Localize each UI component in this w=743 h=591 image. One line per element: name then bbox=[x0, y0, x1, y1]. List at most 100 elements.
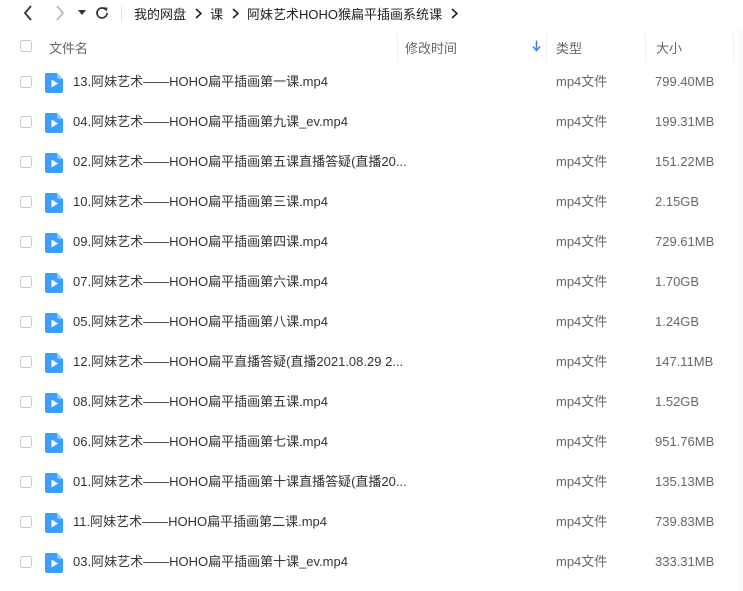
breadcrumb-item-root[interactable]: 我的网盘 bbox=[134, 4, 186, 23]
row-checkbox[interactable] bbox=[20, 396, 32, 408]
file-row[interactable]: 02.阿妹艺术——HOHO扁平插画第五课直播答疑(直播20... mp4文件 151… bbox=[0, 142, 743, 182]
row-checkbox[interactable] bbox=[20, 516, 32, 528]
file-type: mp4文件 bbox=[556, 74, 608, 89]
row-checkbox[interactable] bbox=[20, 196, 32, 208]
row-checkbox[interactable] bbox=[20, 236, 32, 248]
column-header-mtime[interactable]: 修改时间 bbox=[405, 33, 545, 61]
video-file-icon bbox=[45, 273, 63, 293]
file-row[interactable]: 04.阿妹艺术——HOHO扁平插画第九课_ev.mp4 mp4文件 199.31MB bbox=[0, 102, 743, 142]
column-header-size[interactable]: 大小 bbox=[656, 33, 682, 61]
select-all-checkbox[interactable] bbox=[20, 40, 32, 52]
file-row[interactable]: 07.阿妹艺术——HOHO扁平插画第六课.mp4 mp4文件 1.70GB bbox=[0, 262, 743, 302]
file-row[interactable]: 05.阿妹艺术——HOHO扁平插画第八课.mp4 mp4文件 1.24GB bbox=[0, 302, 743, 342]
file-name[interactable]: 09.阿妹艺术——HOHO扁平插画第四课.mp4 bbox=[73, 222, 328, 262]
file-size: 739.83MB bbox=[655, 514, 715, 529]
file-type: mp4文件 bbox=[556, 434, 608, 449]
file-type: mp4文件 bbox=[556, 274, 608, 289]
file-size: 2.15GB bbox=[655, 194, 700, 209]
file-row[interactable]: 11.阿妹艺术——HOHO扁平插画第二课.mp4 mp4文件 739.83MB bbox=[0, 502, 743, 542]
refresh-button[interactable] bbox=[93, 0, 111, 26]
refresh-icon bbox=[96, 7, 108, 19]
caret-down-icon bbox=[78, 10, 86, 15]
file-size: 333.31MB bbox=[655, 554, 715, 569]
column-divider[interactable] bbox=[546, 33, 547, 61]
file-type: mp4文件 bbox=[556, 114, 608, 129]
file-type: mp4文件 bbox=[556, 514, 608, 529]
column-divider[interactable] bbox=[397, 33, 398, 61]
file-row[interactable]: 08.阿妹艺术——HOHO扁平插画第五课.mp4 mp4文件 1.52GB bbox=[0, 382, 743, 422]
file-name[interactable]: 05.阿妹艺术——HOHO扁平插画第八课.mp4 bbox=[73, 302, 328, 342]
video-file-icon bbox=[45, 393, 63, 413]
toolbar-divider bbox=[121, 5, 122, 21]
file-name[interactable]: 01.阿妹艺术——HOHO扁平插画第十课直播答疑(直播20... bbox=[73, 462, 407, 502]
file-name[interactable]: 07.阿妹艺术——HOHO扁平插画第六课.mp4 bbox=[73, 262, 328, 302]
video-file-icon bbox=[45, 353, 63, 373]
video-file-icon bbox=[45, 193, 63, 213]
breadcrumb-item-current[interactable]: 阿妹艺术HOHO猴扁平插画系统课 bbox=[247, 4, 442, 23]
file-name[interactable]: 02.阿妹艺术——HOHO扁平插画第五课直播答疑(直播20... bbox=[73, 142, 407, 182]
column-header-name[interactable]: 文件名 bbox=[49, 33, 88, 61]
file-type: mp4文件 bbox=[556, 314, 608, 329]
row-checkbox[interactable] bbox=[20, 276, 32, 288]
file-size: 799.40MB bbox=[655, 74, 715, 89]
file-name[interactable]: 13.阿妹艺术——HOHO扁平插画第一课.mp4 bbox=[73, 62, 328, 102]
row-checkbox[interactable] bbox=[20, 356, 32, 368]
file-type: mp4文件 bbox=[556, 554, 608, 569]
file-name[interactable]: 08.阿妹艺术——HOHO扁平插画第五课.mp4 bbox=[73, 382, 328, 422]
file-row[interactable]: 03.阿妹艺术——HOHO扁平插画第十课_ev.mp4 mp4文件 333.31MB bbox=[0, 542, 743, 582]
history-dropdown-button[interactable] bbox=[76, 0, 88, 26]
video-file-icon bbox=[45, 113, 63, 133]
row-checkbox[interactable] bbox=[20, 436, 32, 448]
file-type: mp4文件 bbox=[556, 234, 608, 249]
row-checkbox[interactable] bbox=[20, 556, 32, 568]
video-file-icon bbox=[45, 153, 63, 173]
video-file-icon bbox=[45, 473, 63, 493]
file-type: mp4文件 bbox=[556, 394, 608, 409]
file-name[interactable]: 10.阿妹艺术——HOHO扁平插画第三课.mp4 bbox=[73, 182, 328, 222]
column-header-type[interactable]: 类型 bbox=[556, 33, 582, 61]
column-divider[interactable] bbox=[645, 33, 646, 61]
file-size: 729.61MB bbox=[655, 234, 715, 249]
breadcrumb-item-folder[interactable]: 课 bbox=[210, 4, 223, 23]
file-row[interactable]: 06.阿妹艺术——HOHO扁平插画第七课.mp4 mp4文件 951.76MB bbox=[0, 422, 743, 462]
file-row[interactable]: 13.阿妹艺术——HOHO扁平插画第一课.mp4 mp4文件 799.40MB bbox=[0, 62, 743, 102]
file-name[interactable]: 12.阿妹艺术——HOHO扁平直播答疑(直播2021.08.29 2... bbox=[73, 342, 403, 382]
row-checkbox[interactable] bbox=[20, 156, 32, 168]
file-name[interactable]: 03.阿妹艺术——HOHO扁平插画第十课_ev.mp4 bbox=[73, 542, 348, 582]
file-size: 1.24GB bbox=[655, 314, 700, 329]
file-type: mp4文件 bbox=[556, 474, 608, 489]
file-row[interactable]: 01.阿妹艺术——HOHO扁平插画第十课直播答疑(直播20... mp4文件 135… bbox=[0, 462, 743, 502]
video-file-icon bbox=[45, 233, 63, 253]
chevron-left-icon bbox=[23, 5, 32, 21]
file-size: 199.31MB bbox=[655, 114, 715, 129]
row-checkbox[interactable] bbox=[20, 76, 32, 88]
file-type: mp4文件 bbox=[556, 194, 608, 209]
sort-descending-icon[interactable] bbox=[532, 40, 541, 52]
breadcrumb: 我的网盘 课 阿妹艺术HOHO猴扁平插画系统课 bbox=[134, 0, 466, 26]
file-size: 135.13MB bbox=[655, 474, 715, 489]
video-file-icon bbox=[45, 513, 63, 533]
file-row[interactable]: 12.阿妹艺术——HOHO扁平直播答疑(直播2021.08.29 2... mp4… bbox=[0, 342, 743, 382]
file-type: mp4文件 bbox=[556, 354, 608, 369]
file-name[interactable]: 11.阿妹艺术——HOHO扁平插画第二课.mp4 bbox=[73, 502, 327, 542]
chevron-right-icon bbox=[451, 7, 459, 19]
file-size: 147.11MB bbox=[655, 354, 714, 369]
file-list-header: 文件名 修改时间 类型 大小 bbox=[0, 33, 743, 61]
file-name[interactable]: 06.阿妹艺术——HOHO扁平插画第七课.mp4 bbox=[73, 422, 328, 462]
row-checkbox[interactable] bbox=[20, 116, 32, 128]
file-size: 951.76MB bbox=[655, 434, 715, 449]
file-size: 151.22MB bbox=[655, 154, 715, 169]
back-button[interactable] bbox=[18, 0, 38, 26]
scrollbar[interactable] bbox=[738, 30, 743, 591]
row-checkbox[interactable] bbox=[20, 316, 32, 328]
forward-button[interactable] bbox=[50, 0, 70, 26]
file-row[interactable]: 09.阿妹艺术——HOHO扁平插画第四课.mp4 mp4文件 729.61MB bbox=[0, 222, 743, 262]
file-name[interactable]: 04.阿妹艺术——HOHO扁平插画第九课_ev.mp4 bbox=[73, 102, 348, 142]
file-row[interactable]: 10.阿妹艺术——HOHO扁平插画第三课.mp4 mp4文件 2.15GB bbox=[0, 182, 743, 222]
row-checkbox[interactable] bbox=[20, 476, 32, 488]
video-file-icon bbox=[45, 553, 63, 573]
chevron-right-icon bbox=[195, 7, 203, 19]
column-divider[interactable] bbox=[733, 33, 734, 61]
file-size: 1.70GB bbox=[655, 274, 700, 289]
video-file-icon bbox=[45, 73, 63, 93]
